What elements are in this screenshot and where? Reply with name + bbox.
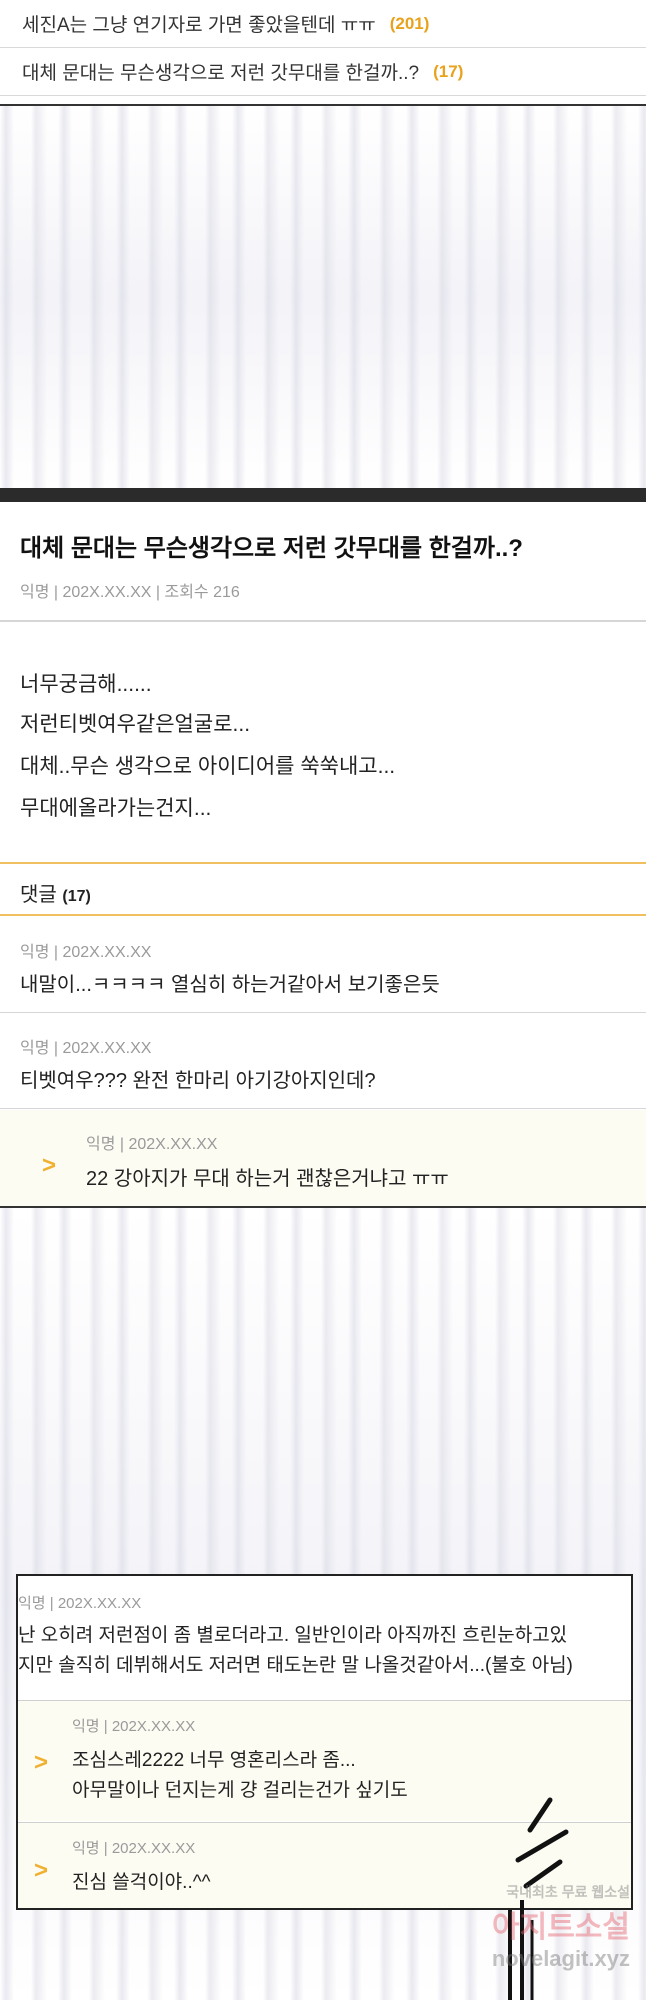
comment-text: 진심 쓸걱이야..^^ [72,1872,211,1893]
comment-count-badge: (201) [389,13,430,33]
comment-text: 티벳여우??? 완전 한마리 아기강아지인데? [20,1070,376,1092]
post-body-line: 저런티벳여우같은얼굴로... [20,713,251,736]
comments-label: 댓글 [20,884,57,906]
comments-header: 댓글 (17) [20,878,91,907]
post-title: 대체 문대는 무슨생각으로 저런 갓무대를 한걸까..? [20,535,523,562]
comment-meta: 익명 | 202X.XX.XX [18,1595,142,1612]
reply-arrow-icon: > [34,1857,49,1884]
comment-text: 조심스레2222 너무 영혼리스라 좀... [72,1750,356,1771]
comment-text: 22 강아지가 무대 하는거 괜찮은거냐고 ㅠㅠ [86,1168,449,1190]
watermark-line: 국내최초 무료 웹소설 [506,1884,630,1900]
list-item[interactable]: 대체 문대는 무슨생각으로 저런 갓무대를 한걸까..? (17) [0,48,646,96]
comment-meta: 익명 | 202X.XX.XX [20,1040,152,1057]
divider [0,862,646,864]
reply-box: > 익명 | 202X.XX.XX 22 강아지가 무대 하는거 괜찮은거냐고 … [0,1110,646,1206]
post-meta: 익명 | 202X.XX.XX | 조회수 216 [20,584,240,601]
list-item[interactable]: 세진A는 그냥 연기자로 가면 좋았을텐데 ㅠㅠ (201) [0,0,646,48]
header-bar [0,488,646,502]
divider [0,914,646,916]
comment-meta: 익명 | 202X.XX.XX [72,1718,196,1735]
comment-meta: 익명 | 202X.XX.XX [20,944,152,961]
reply-arrow-icon: > [34,1749,49,1776]
comment-text: 지만 솔직히 데뷔해서도 저러면 태도논란 말 나올것같아서...(불호 아님) [18,1655,573,1676]
comments-count: (17) [62,888,91,905]
comment-text: 난 오히려 저런점이 좀 별로더라고. 일반인이라 아직까진 흐린눈하고있 [18,1625,568,1646]
list-item-title: 대체 문대는 무슨생각으로 저런 갓무대를 한걸까..? [22,63,420,84]
divider [0,1012,646,1013]
background-streaks [0,106,646,488]
post-body-line: 대체..무슨 생각으로 아이디어를 쑥쑥내고... [20,755,396,778]
divider [0,620,646,622]
post-body-line: 너무궁금해...... [20,673,152,696]
reply-arrow-icon: > [42,1152,57,1179]
divider [0,1108,646,1109]
comment-count-badge: (17) [433,61,464,81]
list-item-title: 세진A는 그냥 연기자로 가면 좋았을텐데 ㅠㅠ [22,15,376,36]
watermark-line: 아지트소설 [492,1911,630,1944]
post-body-line: 무대에올라가는건지... [20,797,212,820]
watermark-line: novelagit.xyz [491,1946,630,1971]
comment-meta: 익명 | 202X.XX.XX [86,1136,218,1153]
comment-text: 내말이...ㅋㅋㅋㅋ 열심히 하는거같아서 보기좋은듯 [20,974,440,996]
watermark: 국내최초 무료 웹소설 아지트소설 novelagit.xyz [492,1882,630,1972]
comment-text: 아무말이나 던지는게 걍 걸리는건가 싶기도 [72,1780,408,1801]
comment-meta: 익명 | 202X.XX.XX [72,1840,196,1857]
